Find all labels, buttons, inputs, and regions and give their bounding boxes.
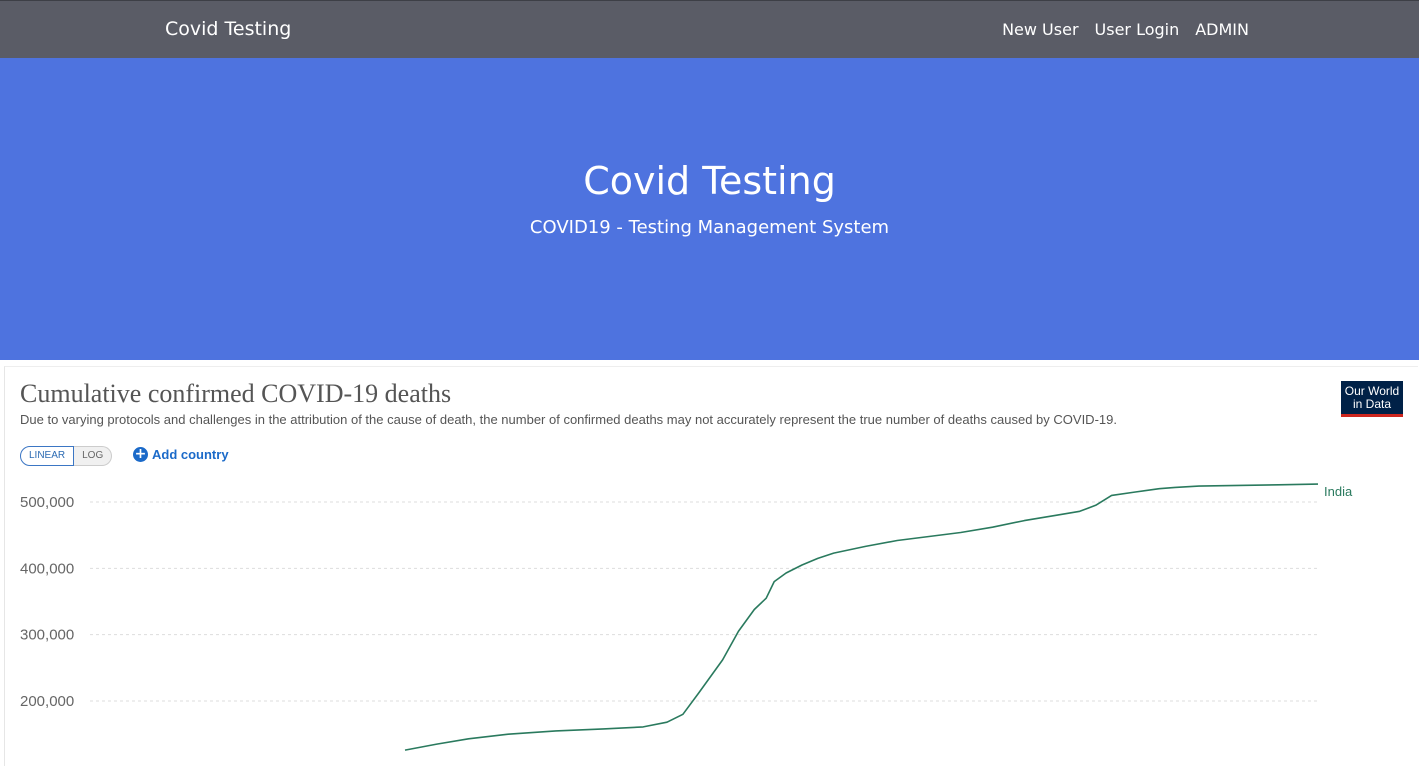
series-line-india[interactable] [404, 483, 1319, 751]
nav-link-new-user[interactable]: New User [1002, 20, 1078, 40]
y-tick-label: 300,000 [20, 627, 74, 644]
top-navbar: Covid Testing New User User Login ADMIN [0, 0, 1419, 58]
series-label-india[interactable]: India [1324, 484, 1353, 499]
brand-link[interactable]: Covid Testing [165, 18, 291, 40]
chart-panel: Cumulative confirmed COVID-19 deaths Due… [4, 366, 1418, 766]
hero-banner: Covid Testing COVID19 - Testing Manageme… [0, 58, 1419, 360]
y-tick-label: 500,000 [20, 494, 74, 511]
line-chart: 200,000 300,000 400,000 500,000 India [20, 483, 1353, 751]
hero-subtitle: COVID19 - Testing Management System [529, 217, 890, 238]
nav-links: New User User Login ADMIN [1002, 20, 1249, 40]
y-tick-label: 200,000 [20, 693, 74, 710]
nav-link-admin[interactable]: ADMIN [1195, 20, 1249, 40]
hero-title: Covid Testing [583, 159, 836, 203]
y-tick-label: 400,000 [20, 560, 74, 577]
nav-link-user-login[interactable]: User Login [1095, 20, 1180, 40]
